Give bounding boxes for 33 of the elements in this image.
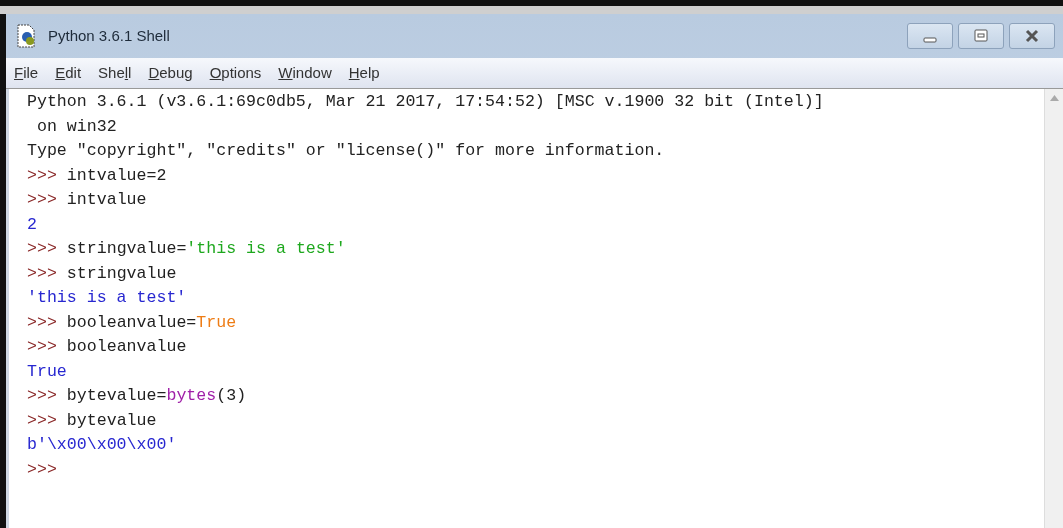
shell-line: >>> booleanvalue bbox=[27, 336, 187, 358]
menu-item[interactable]: Debug bbox=[148, 61, 193, 85]
menu-item[interactable]: Help bbox=[348, 61, 380, 85]
minimize-icon bbox=[922, 37, 938, 43]
shell-line: >>> stringvalue='this is a test' bbox=[27, 238, 346, 260]
shell-line: >>> intvalue=2 bbox=[27, 164, 167, 187]
shell-line: Python 3.6.1 (v3.6.1:69c0db5, Mar 21 2017, 17:54:52) [MSC v.1900 32 bit (Intel)] bbox=[27, 91, 824, 113]
shell-line: >>> bbox=[27, 458, 57, 481]
shell-line: >>> stringvalue bbox=[27, 262, 177, 285]
shell-line: >>> bytevalue=bytes(3) bbox=[27, 385, 247, 407]
minimize-button[interactable] bbox=[907, 23, 953, 49]
scrollbar[interactable] bbox=[1044, 89, 1063, 528]
menu-item[interactable]: Window bbox=[278, 61, 332, 85]
shell-text-area[interactable] bbox=[6, 89, 1044, 528]
shell-line: True bbox=[27, 360, 67, 383]
shell-line: Type "copyright", "credits" or "license()" for more information. bbox=[27, 140, 665, 162]
shell-line: >>> booleanvalue=True bbox=[27, 311, 237, 334]
close-button[interactable] bbox=[1009, 23, 1055, 49]
shell-line: >>> intvalue bbox=[27, 189, 147, 211]
maximize-icon bbox=[973, 29, 989, 43]
menu-item[interactable]: File bbox=[14, 61, 39, 85]
shell-line: b'\x00\x00\x00' bbox=[27, 434, 177, 456]
window-title: Python 3.6.1 Shell bbox=[48, 25, 170, 46]
shell-line: 2 bbox=[27, 213, 37, 236]
scroll-up-icon[interactable] bbox=[1049, 95, 1059, 101]
close-icon bbox=[1024, 29, 1040, 43]
shell-line: on win32 bbox=[35, 115, 117, 138]
shell-line: >>> bytevalue bbox=[27, 409, 157, 432]
menu-item[interactable]: Options bbox=[209, 61, 262, 85]
shell-line: 'this is a test' bbox=[27, 287, 187, 309]
maximize-button[interactable] bbox=[958, 23, 1004, 49]
menu-item[interactable]: Shell bbox=[98, 61, 132, 85]
menu-item[interactable]: Edit bbox=[55, 61, 82, 85]
